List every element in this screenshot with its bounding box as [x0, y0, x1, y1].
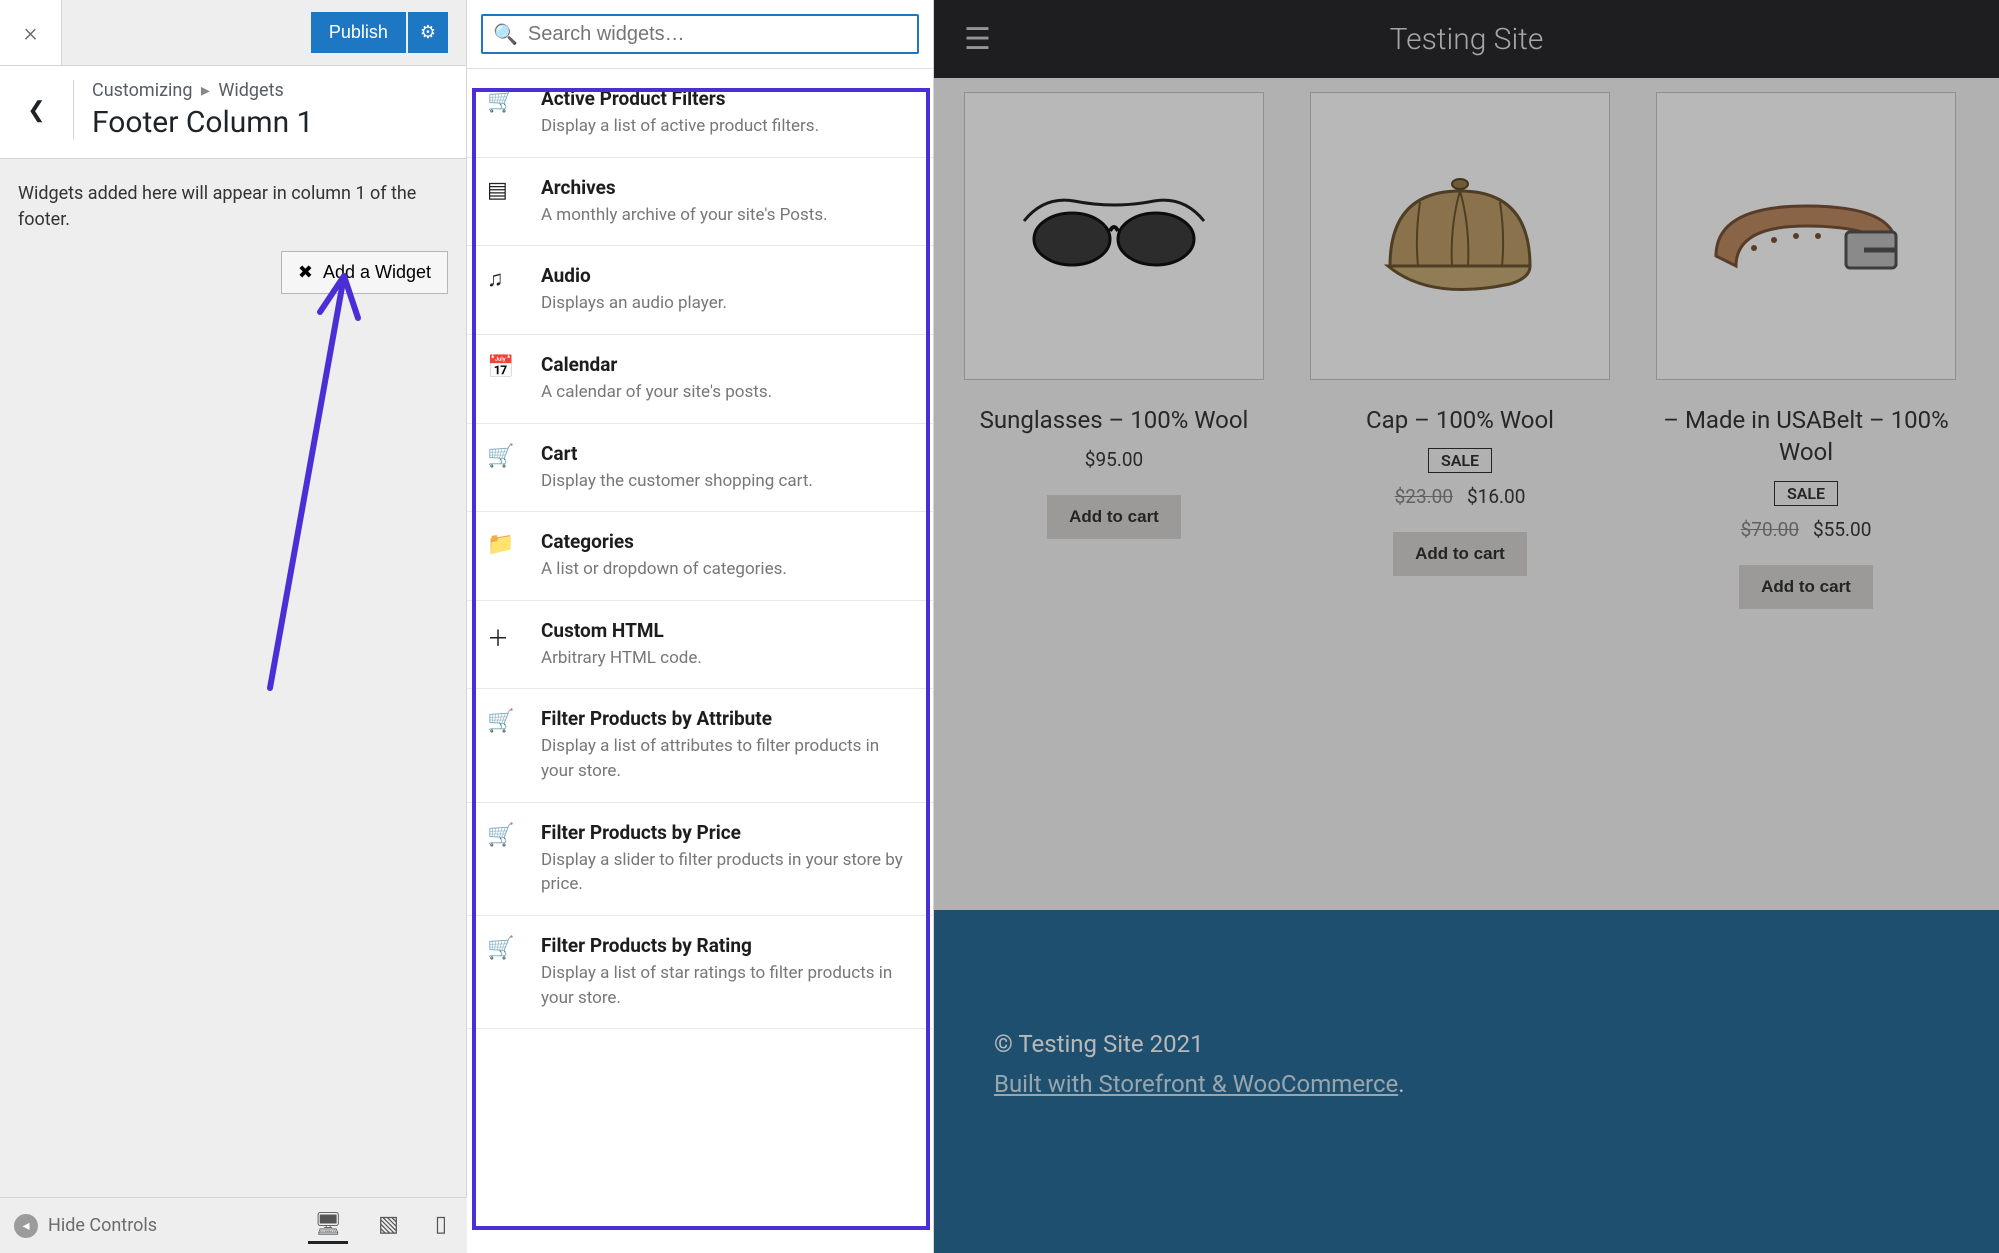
widget-item-title: Calendar: [541, 353, 913, 376]
widget-item-desc: A monthly archive of your site's Posts.: [541, 203, 913, 228]
mobile-icon: ▯: [435, 1212, 447, 1237]
device-tablet-button[interactable]: ▧: [372, 1208, 405, 1244]
widget-search[interactable]: 🔍: [481, 14, 919, 54]
widget-item-title: Filter Products by Price: [541, 821, 913, 844]
close-button[interactable]: ×: [0, 0, 62, 65]
customizer-topbar: × Publish ⚙: [0, 0, 466, 66]
widget-item-title: Filter Products by Attribute: [541, 707, 913, 730]
preview-overlay: [934, 0, 1999, 1253]
widget-item-desc: Display the customer shopping cart.: [541, 469, 913, 494]
device-mobile-button[interactable]: ▯: [429, 1208, 453, 1244]
breadcrumb: Customizing ▸ Widgets: [74, 80, 313, 101]
desktop-icon: 🖥: [314, 1212, 342, 1237]
hide-controls-button[interactable]: ◂ Hide Controls: [14, 1214, 157, 1238]
close-icon: ✖: [298, 262, 313, 283]
device-desktop-button[interactable]: 🖥: [308, 1208, 348, 1244]
widget-item[interactable]: 🛒 Filter Products by Price Display a slide…: [467, 803, 933, 916]
breadcrumb-sep: ▸: [201, 80, 210, 101]
widget-item[interactable]: ▤ Archives A monthly archive of your site'…: [467, 158, 933, 247]
widget-item-title: Cart: [541, 442, 913, 465]
widget-item-desc: A list or dropdown of categories.: [541, 557, 913, 582]
widget-item-title: Audio: [541, 264, 913, 287]
widget-item[interactable]: ♫ Audio Displays an audio player.: [467, 246, 933, 335]
widget-item-title: Categories: [541, 530, 913, 553]
tablet-icon: ▧: [378, 1212, 399, 1237]
archive-icon: ▤: [487, 176, 527, 228]
widget-search-input[interactable]: [528, 23, 907, 46]
widget-item[interactable]: 🛒 Active Product Filters Display a list of…: [467, 69, 933, 158]
cart-icon: 🛒: [487, 934, 527, 1010]
widget-item-desc: Display a list of active product filters…: [541, 114, 913, 139]
widget-item[interactable]: 📁 Categories A list or dropdown of categor…: [467, 512, 933, 601]
chevron-left-icon: ❮: [27, 98, 45, 123]
add-widget-button[interactable]: ✖ Add a Widget: [281, 251, 448, 294]
publish-button[interactable]: Publish: [311, 12, 406, 53]
widget-item-title: Archives: [541, 176, 913, 199]
widget-item-desc: Display a list of star ratings to filter…: [541, 961, 913, 1010]
cart-icon: 🛒: [487, 707, 527, 783]
calendar-icon: 📅: [487, 353, 527, 405]
widget-item-desc: Arbitrary HTML code.: [541, 646, 913, 671]
plus-icon: ＋: [487, 619, 527, 671]
hide-controls-label: Hide Controls: [48, 1215, 157, 1236]
publish-label: Publish: [329, 22, 388, 43]
widget-item[interactable]: 🛒 Cart Display the customer shopping cart.: [467, 424, 933, 513]
music-icon: ♫: [487, 264, 527, 316]
widget-item[interactable]: 📅 Calendar A calendar of your site's posts…: [467, 335, 933, 424]
widget-item-desc: Display a list of attributes to filter p…: [541, 734, 913, 783]
breadcrumb-root: Customizing: [92, 80, 192, 101]
widget-flyout: 🔍 🛒 Active Product Filters Display a list …: [467, 0, 934, 1253]
panel-description: Widgets added here will appear in column…: [0, 159, 466, 251]
preview-pane: ☰ Testing Site Sunglasses – 100% Wool$95…: [934, 0, 1999, 1253]
publish-settings-button[interactable]: ⚙: [408, 12, 448, 53]
gear-icon: ⚙: [420, 22, 436, 42]
customizer-footer: ◂ Hide Controls 🖥 ▧ ▯: [0, 1197, 467, 1253]
breadcrumb-section: Widgets: [218, 80, 283, 101]
add-widget-label: Add a Widget: [323, 262, 431, 283]
widget-item-title: Active Product Filters: [541, 87, 913, 110]
search-icon: 🔍: [493, 22, 518, 46]
folder-icon: 📁: [487, 530, 527, 582]
widget-item-desc: Displays an audio player.: [541, 291, 913, 316]
annotation-arrow: [260, 258, 370, 698]
widget-item-desc: Display a slider to filter products in y…: [541, 848, 913, 897]
customizer-panel: × Publish ⚙ ❮ Customizing ▸ Widgets Foot…: [0, 0, 467, 1253]
cart-icon: 🛒: [487, 87, 527, 139]
cart-icon: 🛒: [487, 442, 527, 494]
cart-icon: 🛒: [487, 821, 527, 897]
widget-list: 🛒 Active Product Filters Display a list of…: [467, 68, 933, 1029]
back-button[interactable]: ❮: [0, 80, 74, 140]
widget-item[interactable]: ＋ Custom HTML Arbitrary HTML code.: [467, 601, 933, 690]
widget-item[interactable]: 🛒 Filter Products by Rating Display a list…: [467, 916, 933, 1029]
customizer-nav: ❮ Customizing ▸ Widgets Footer Column 1: [0, 66, 466, 159]
widget-item-title: Custom HTML: [541, 619, 913, 642]
widget-item-title: Filter Products by Rating: [541, 934, 913, 957]
widget-item[interactable]: 🛒 Filter Products by Attribute Display a l…: [467, 689, 933, 802]
caret-left-icon: ◂: [14, 1214, 38, 1238]
panel-title: Footer Column 1: [74, 105, 313, 140]
widget-item-desc: A calendar of your site's posts.: [541, 380, 913, 405]
